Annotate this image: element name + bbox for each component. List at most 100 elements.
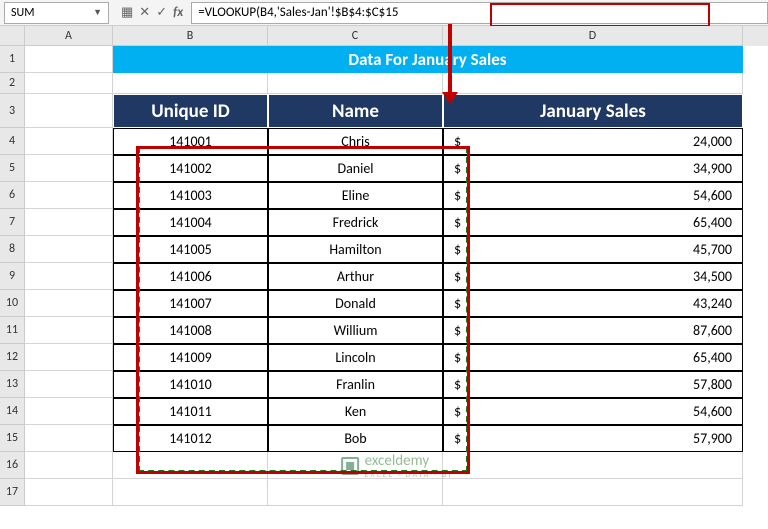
fx-icon[interactable]: fx	[173, 5, 183, 20]
cell-A11[interactable]	[25, 317, 113, 344]
cell-A16[interactable]	[25, 452, 113, 479]
currency-symbol: $	[454, 403, 461, 420]
cell-A8[interactable]	[25, 236, 113, 263]
name-box[interactable]: SUM ▼	[4, 2, 109, 24]
cell-A1[interactable]	[25, 46, 113, 73]
cell-name[interactable]: Hamilton	[268, 236, 443, 263]
name-box-value: SUM	[11, 6, 34, 20]
cell-id[interactable]: 141011	[113, 398, 268, 425]
row-header-7[interactable]: 7	[0, 209, 25, 236]
cell-id[interactable]: 141003	[113, 182, 268, 209]
cell-name[interactable]: Chris	[268, 128, 443, 155]
cell-id[interactable]: 141012	[113, 425, 268, 452]
cell-A6[interactable]	[25, 182, 113, 209]
cell-name[interactable]: Eline	[268, 182, 443, 209]
cell-B17[interactable]	[113, 479, 268, 506]
cell-C2[interactable]	[268, 73, 443, 94]
cell-name[interactable]: Ken	[268, 398, 443, 425]
cell-sales[interactable]: $87,600	[443, 317, 743, 344]
cell-A2[interactable]	[25, 73, 113, 94]
row-header-1[interactable]: 1	[0, 46, 25, 73]
row-header-3[interactable]: 3	[0, 94, 25, 128]
cell-A3[interactable]	[25, 94, 113, 128]
cell-sales[interactable]: $34,900	[443, 155, 743, 182]
cell-id[interactable]: 141005	[113, 236, 268, 263]
enter-icon[interactable]: ✓	[156, 5, 167, 20]
cell-B2[interactable]	[113, 73, 268, 94]
cell-sales[interactable]: $45,700	[443, 236, 743, 263]
column-header-A[interactable]: A	[25, 26, 113, 46]
cell-A12[interactable]	[25, 344, 113, 371]
row-header-9[interactable]: 9	[0, 263, 25, 290]
row-header-15[interactable]: 15	[0, 425, 25, 452]
cell-A4[interactable]	[25, 128, 113, 155]
cell-id[interactable]: 141008	[113, 317, 268, 344]
cell-A9[interactable]	[25, 263, 113, 290]
cell-A15[interactable]	[25, 425, 113, 452]
cells-area[interactable]: Data For January Sales Unique ID Name Ja…	[25, 46, 768, 506]
column-header-B[interactable]: B	[113, 26, 268, 46]
cell-id[interactable]: 141006	[113, 263, 268, 290]
cell-id[interactable]: 141002	[113, 155, 268, 182]
row-header-12[interactable]: 12	[0, 344, 25, 371]
header-january-sales[interactable]: January Sales	[443, 94, 743, 128]
cell-name[interactable]: Willium	[268, 317, 443, 344]
cell-sales[interactable]: $54,600	[443, 398, 743, 425]
currency-symbol: $	[454, 160, 461, 177]
cell-sales[interactable]: $24,000	[443, 128, 743, 155]
range-selector-icon[interactable]: ▦	[121, 5, 133, 20]
cell-sales[interactable]: $43,240	[443, 290, 743, 317]
row-header-13[interactable]: 13	[0, 371, 25, 398]
cell-name[interactable]: Arthur	[268, 263, 443, 290]
column-headers: ABCD	[25, 26, 768, 46]
row-header-8[interactable]: 8	[0, 236, 25, 263]
cell-sales[interactable]: $54,600	[443, 182, 743, 209]
column-header-D[interactable]: D	[443, 26, 743, 46]
banner-title[interactable]: Data For January Sales	[113, 46, 743, 73]
cell-D16[interactable]	[443, 452, 743, 479]
cell-D17[interactable]	[443, 479, 743, 506]
row-header-14[interactable]: 14	[0, 398, 25, 425]
row-header-11[interactable]: 11	[0, 317, 25, 344]
cell-C17[interactable]	[268, 479, 443, 506]
header-name[interactable]: Name	[268, 94, 443, 128]
cell-A14[interactable]	[25, 398, 113, 425]
row-header-17[interactable]: 17	[0, 479, 25, 506]
cell-id[interactable]: 141001	[113, 128, 268, 155]
cell-id[interactable]: 141004	[113, 209, 268, 236]
cell-sales[interactable]: $34,500	[443, 263, 743, 290]
chevron-down-icon[interactable]: ▼	[93, 7, 102, 18]
cell-sales[interactable]: $57,800	[443, 371, 743, 398]
cell-id[interactable]: 141010	[113, 371, 268, 398]
header-unique-id[interactable]: Unique ID	[113, 94, 268, 128]
row-header-16[interactable]: 16	[0, 452, 25, 479]
cell-A17[interactable]	[25, 479, 113, 506]
cell-A7[interactable]	[25, 209, 113, 236]
row-header-4[interactable]: 4	[0, 128, 25, 155]
row-header-6[interactable]: 6	[0, 182, 25, 209]
select-all-corner[interactable]	[0, 26, 25, 46]
row-header-2[interactable]: 2	[0, 73, 25, 94]
cell-A10[interactable]	[25, 290, 113, 317]
cell-sales[interactable]: $57,900	[443, 425, 743, 452]
cell-name[interactable]: Bob	[268, 425, 443, 452]
column-header-C[interactable]: C	[268, 26, 443, 46]
cell-B16[interactable]	[113, 452, 268, 479]
cell-sales[interactable]: $65,400	[443, 344, 743, 371]
cell-sales[interactable]: $65,400	[443, 209, 743, 236]
row-header-5[interactable]: 5	[0, 155, 25, 182]
cell-name[interactable]: Donald	[268, 290, 443, 317]
cell-name[interactable]: Fredrick	[268, 209, 443, 236]
cell-C16[interactable]	[268, 452, 443, 479]
cell-A5[interactable]	[25, 155, 113, 182]
cancel-icon[interactable]: ✕	[139, 5, 150, 20]
cell-name[interactable]: Daniel	[268, 155, 443, 182]
cell-id[interactable]: 141007	[113, 290, 268, 317]
row-header-10[interactable]: 10	[0, 290, 25, 317]
formula-input[interactable]: =VLOOKUP(B4,'Sales-Jan'!$B$4:$C$15	[191, 2, 768, 24]
cell-id[interactable]: 141009	[113, 344, 268, 371]
cell-D2[interactable]	[443, 73, 743, 94]
cell-name[interactable]: Franlin	[268, 371, 443, 398]
cell-A13[interactable]	[25, 371, 113, 398]
cell-name[interactable]: Lincoln	[268, 344, 443, 371]
